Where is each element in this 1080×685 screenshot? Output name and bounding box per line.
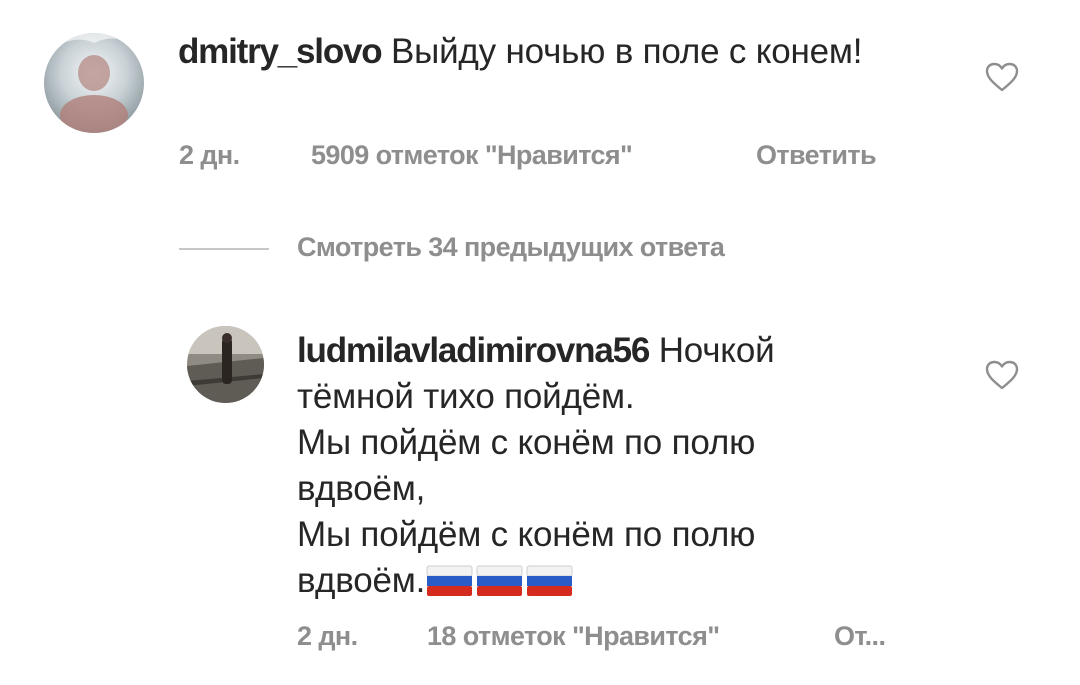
reply-body-line: Мы пойдём с конём по полю [297, 423, 756, 462]
reply-body-line: Ночкой [658, 331, 775, 370]
comment-body: Выйду ночью в поле с конем! [390, 32, 863, 71]
comment-likes[interactable]: 5909 отметок "Нравится" [311, 140, 633, 171]
reply-button[interactable]: Ответить [756, 140, 877, 171]
comment-time: 2 дн. [179, 140, 240, 170]
comment-avatar[interactable] [44, 33, 144, 133]
reply-body-line: Мы пойдём с конём по полю [297, 515, 756, 554]
reply-body-line: вдвоём, [297, 469, 426, 508]
reply-avatar[interactable] [187, 326, 264, 403]
like-heart-icon[interactable] [985, 360, 1019, 390]
comment-username[interactable]: dmitry_slovo [178, 32, 383, 71]
view-previous-replies[interactable]: Смотреть 34 предыдущих ответа [179, 232, 879, 268]
reply-likes[interactable]: 18 отметок "Нравится" [427, 621, 720, 652]
avatar-photo-icon [44, 33, 144, 133]
reply-time: 2 дн. [297, 621, 358, 651]
russia-flag-icon [426, 565, 573, 596]
avatar-photo-icon [187, 326, 264, 403]
reply-text: ludmilavladimirovna56 Ночкой тёмной тихо … [297, 328, 857, 604]
divider-line [179, 248, 269, 250]
view-replies-label[interactable]: Смотреть 34 предыдущих ответа [297, 232, 725, 263]
reply-button[interactable]: От... [834, 621, 886, 652]
reply-body-line: тёмной тихо пойдём. [297, 377, 635, 416]
like-heart-icon[interactable] [985, 62, 1019, 92]
reply-body-line: вдвоём. [297, 561, 426, 600]
reply-username[interactable]: ludmilavladimirovna56 [297, 331, 650, 370]
comment-text: dmitry_slovo Выйду ночью в поле с конем! [178, 29, 898, 75]
